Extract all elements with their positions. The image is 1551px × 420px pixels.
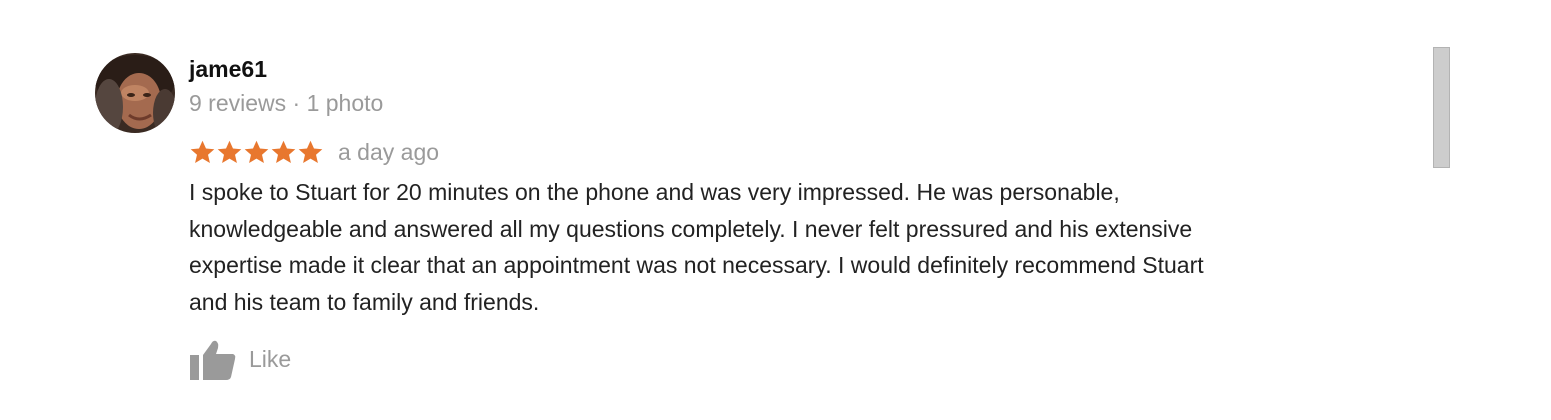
star-icon [298,140,323,163]
avatar[interactable] [95,53,175,133]
avatar-photo [95,53,175,133]
scrollbar-thumb[interactable] [1433,47,1450,168]
star-icon [217,140,242,163]
thumbs-up-icon [190,340,236,380]
star-rating [189,139,324,166]
rating-row: a day ago [189,136,439,168]
like-button[interactable]: Like [189,338,291,380]
review-card: jame61 9 reviews · 1 photo a day ago I s… [0,0,1551,420]
author-name[interactable]: jame61 [189,55,267,83]
review-date: a day ago [338,139,440,165]
author-meta[interactable]: 9 reviews · 1 photo [189,89,383,117]
star-icon [271,140,296,163]
star-icon [244,140,269,163]
star-icon [190,140,215,163]
review-text: I spoke to Stuart for 20 minutes on the … [189,179,1204,315]
like-label: Like [249,346,292,372]
